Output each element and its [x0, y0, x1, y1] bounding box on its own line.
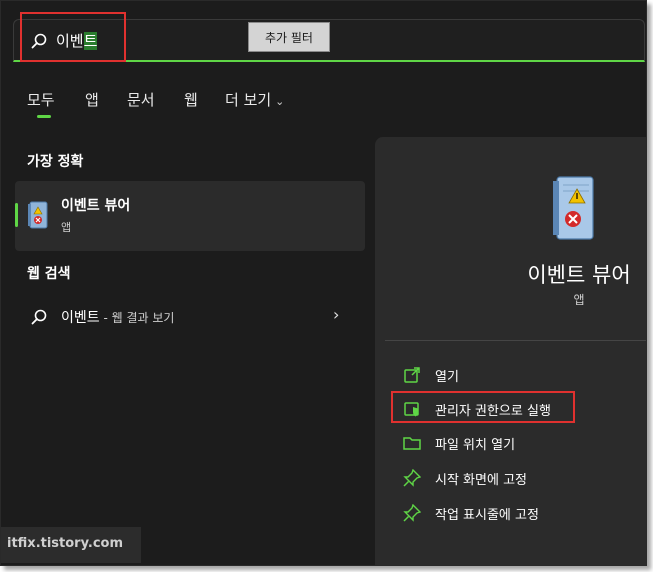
best-match-type: 앱 — [61, 221, 72, 234]
action-pin-to-start-label: 시작 화면에 고정 — [435, 473, 527, 488]
tab-more-label: 더 보기 — [225, 91, 272, 109]
filter-tooltip: 추가 필터 — [248, 22, 330, 52]
pin-icon — [403, 468, 422, 487]
tab-apps-label: 앱 — [85, 91, 99, 109]
best-match-name: 이벤트 뷰어 — [61, 198, 131, 214]
selection-accent — [15, 203, 18, 227]
highlight-box-search — [20, 12, 126, 62]
web-search-suffix: - 웹 결과 보기 — [99, 311, 175, 325]
chevron-down-icon: ⌄ — [275, 95, 285, 108]
tab-documents-label: 문서 — [127, 91, 155, 109]
app-type: 앱 — [573, 293, 585, 307]
windows-search-window: 이벤트 추가 필터 모두 앱 문서 웹 더 보기 ⌄ 가장 정확 이벤트 뷰어 앱… — [0, 0, 647, 566]
action-pin-to-taskbar-label: 작업 표시줄에 고정 — [435, 508, 539, 523]
tab-web[interactable]: 웹 — [184, 89, 198, 110]
tab-all[interactable]: 모두 — [27, 89, 55, 110]
tab-more[interactable]: 더 보기 ⌄ — [225, 89, 284, 110]
app-details-panel: 이벤트 뷰어 앱 열기 관리자 권한으로 실행 파일 위치 열기 시작 화면에 … — [375, 137, 646, 565]
tab-all-label: 모두 — [27, 91, 55, 109]
best-match-item[interactable]: 이벤트 뷰어 앱 — [15, 181, 365, 251]
watermark: itfix.tistory.com — [1, 527, 141, 563]
web-search-heading: 웹 검색 — [27, 266, 71, 282]
highlight-box-run-as-admin — [391, 391, 575, 423]
open-external-icon — [403, 366, 421, 384]
action-open-label: 열기 — [435, 370, 459, 385]
event-viewer-icon — [27, 201, 49, 229]
web-search-result[interactable]: 이벤트 - 웹 결과 보기 › — [15, 301, 365, 333]
search-bar[interactable]: 이벤트 추가 필터 — [13, 12, 645, 62]
app-title: 이벤트 뷰어 — [527, 263, 631, 287]
tab-apps[interactable]: 앱 — [85, 89, 99, 110]
chevron-right-icon: › — [333, 305, 340, 324]
web-search-query: 이벤트 — [61, 310, 100, 326]
action-open-file-location-label: 파일 위치 열기 — [435, 438, 516, 453]
best-match-heading: 가장 정확 — [27, 154, 84, 170]
divider — [385, 340, 646, 341]
folder-icon — [403, 434, 421, 452]
pin-icon — [403, 503, 422, 522]
search-icon — [31, 309, 47, 325]
tab-web-label: 웹 — [184, 91, 198, 109]
tab-documents[interactable]: 문서 — [127, 89, 155, 110]
tab-selected-indicator — [37, 115, 51, 118]
event-viewer-icon — [551, 175, 595, 241]
